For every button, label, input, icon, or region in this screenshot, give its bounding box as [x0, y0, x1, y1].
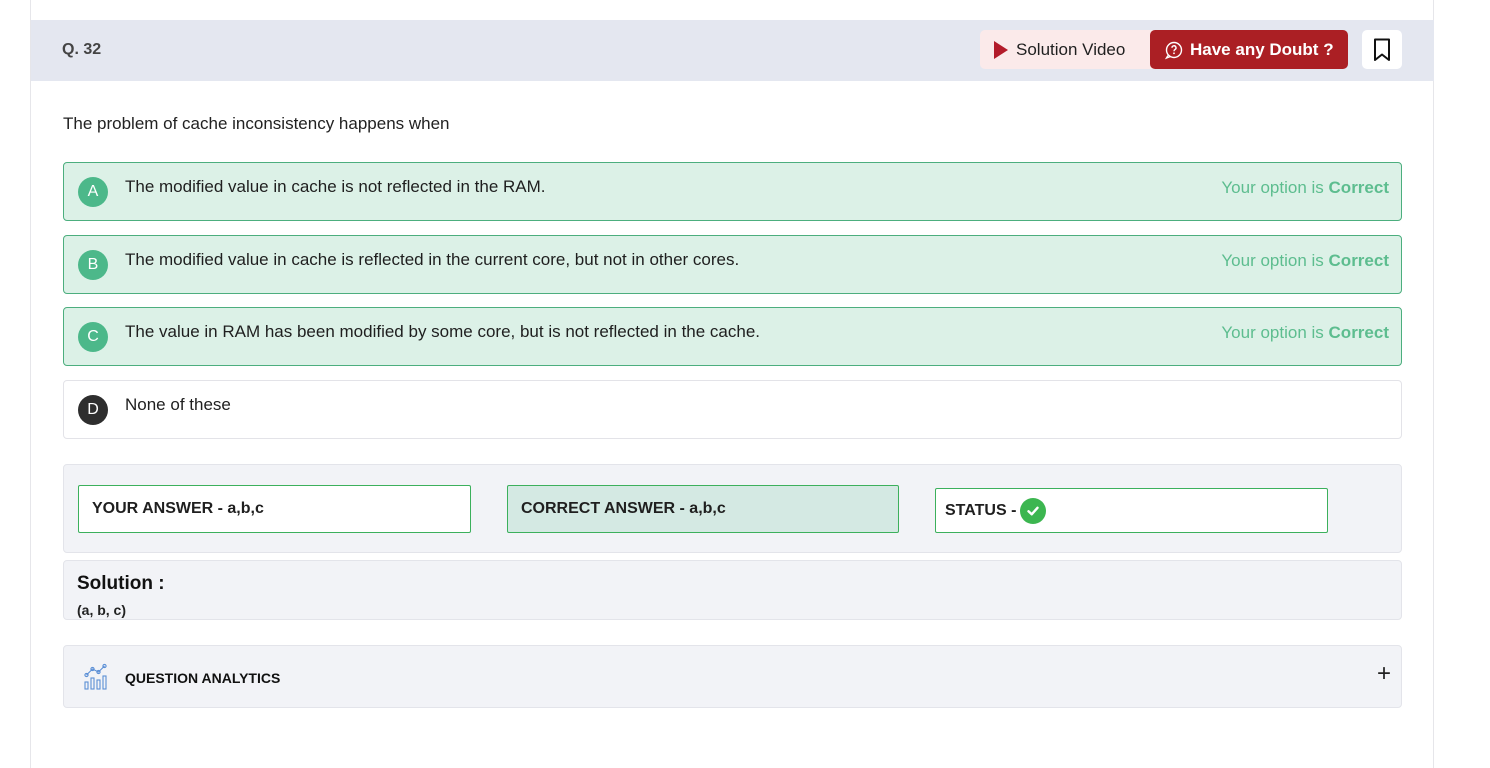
question-text: The problem of cache inconsistency happe… [63, 114, 450, 133]
solution-video-button[interactable]: Solution Video [980, 30, 1171, 69]
question-analytics-toggle[interactable]: QUESTION ANALYTICS + [63, 645, 1402, 708]
solution-panel: Solution : (a, b, c) [63, 560, 1402, 620]
option-text: The value in RAM has been modified by so… [125, 322, 761, 341]
analytics-chart-icon [82, 663, 110, 696]
question-page: Q. 32 Solution Video Have any Doubt ? Th… [30, 0, 1434, 768]
option-d[interactable]: D None of these [63, 380, 1402, 439]
correct-answer: CORRECT ANSWER - a,b,c [507, 485, 899, 533]
have-doubt-button[interactable]: Have any Doubt ? [1150, 30, 1348, 69]
check-circle-icon [1020, 497, 1047, 524]
option-status: Your option is Correct [1221, 323, 1389, 342]
question-number: Q. 32 [62, 41, 102, 58]
option-text: The modified value in cache is not refle… [125, 177, 546, 196]
status-label: STATUS - [945, 501, 1017, 519]
doubt-icon [1164, 40, 1184, 60]
solution-title: Solution : [77, 573, 165, 594]
solution-video-label: Solution Video [1016, 39, 1126, 59]
bookmark-button[interactable] [1362, 30, 1402, 69]
solution-text: (a, b, c) [77, 602, 127, 618]
have-doubt-label: Have any Doubt ? [1190, 39, 1334, 59]
option-b[interactable]: B The modified value in cache is reflect… [63, 235, 1402, 294]
option-letter: C [78, 322, 108, 352]
option-letter: D [78, 395, 108, 425]
option-text: None of these [125, 395, 231, 414]
question-analytics-label: QUESTION ANALYTICS [125, 670, 281, 686]
option-status: Your option is Correct [1221, 251, 1389, 270]
option-a[interactable]: A The modified value in cache is not ref… [63, 162, 1402, 221]
question-header: Q. 32 Solution Video Have any Doubt ? [31, 20, 1434, 81]
plus-icon[interactable]: + [1377, 662, 1391, 686]
option-letter: A [78, 177, 108, 207]
play-icon [994, 40, 1008, 59]
option-c[interactable]: C The value in RAM has been modified by … [63, 307, 1402, 366]
option-letter: B [78, 250, 108, 280]
answer-summary: YOUR ANSWER - a,b,c CORRECT ANSWER - a,b… [63, 464, 1402, 553]
your-answer: YOUR ANSWER - a,b,c [78, 485, 471, 533]
bookmark-icon [1374, 38, 1390, 61]
answer-status: STATUS - [935, 488, 1328, 533]
option-status: Your option is Correct [1221, 178, 1389, 197]
option-text: The modified value in cache is reflected… [125, 250, 740, 269]
